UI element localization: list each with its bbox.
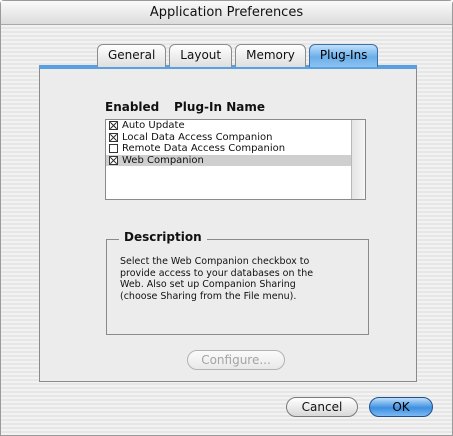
tab-bar: General Layout Memory Plug-Ins [97, 44, 379, 67]
plug-ins-panel: Enabled Plug-In Name Auto Update Local D… [39, 65, 417, 382]
configure-button[interactable]: Configure... [187, 350, 285, 370]
enabled-column-header: Enabled [105, 100, 160, 114]
plugin-list-scrollbar[interactable] [351, 120, 365, 199]
description-line: (choose Sharing from the File menu). [120, 290, 297, 302]
tab-plug-ins[interactable]: Plug-Ins [308, 44, 379, 67]
tab-general[interactable]: General [97, 44, 167, 67]
tab-memory[interactable]: Memory [235, 44, 306, 67]
description-title: Description [119, 230, 207, 244]
plugin-item-label: Remote Data Access Companion [122, 143, 286, 154]
description-line: Web. Also set up Companion Sharing [120, 279, 296, 290]
auto-update-checkbox[interactable] [109, 121, 118, 131]
tab-layout[interactable]: Layout [169, 44, 233, 67]
remote-data-access-checkbox[interactable] [109, 144, 118, 154]
plugin-item-local-data-access[interactable]: Local Data Access Companion [106, 132, 352, 144]
description-line: provide access to your databases on the [120, 267, 314, 279]
description-text: Select the Web Companion checkbox to pro… [120, 256, 350, 302]
description-line: Select the Web Companion checkbox to [120, 256, 310, 267]
plugin-item-label: Auto Update [122, 120, 185, 131]
plugin-list-items: Auto Update Local Data Access Companion … [106, 120, 352, 199]
cancel-button[interactable]: Cancel [286, 397, 358, 417]
local-data-access-checkbox[interactable] [109, 132, 118, 142]
plugin-item-auto-update[interactable]: Auto Update [106, 120, 352, 132]
plugin-item-label: Local Data Access Companion [122, 131, 273, 143]
plugin-item-remote-data-access[interactable]: Remote Data Access Companion [106, 143, 352, 155]
description-group: Description Select the Web Companion che… [106, 230, 369, 335]
web-companion-checkbox[interactable] [109, 155, 118, 165]
preferences-window: Application Preferences General Layout M… [0, 0, 453, 436]
plugin-name-column-header: Plug-In Name [174, 100, 265, 114]
plugin-item-label: Web Companion [122, 154, 204, 166]
window-title: Application Preferences [1, 1, 452, 25]
plugin-list[interactable]: Auto Update Local Data Access Companion … [105, 119, 366, 200]
ok-button[interactable]: OK [369, 397, 433, 417]
plugin-item-web-companion[interactable]: Web Companion [106, 154, 352, 166]
